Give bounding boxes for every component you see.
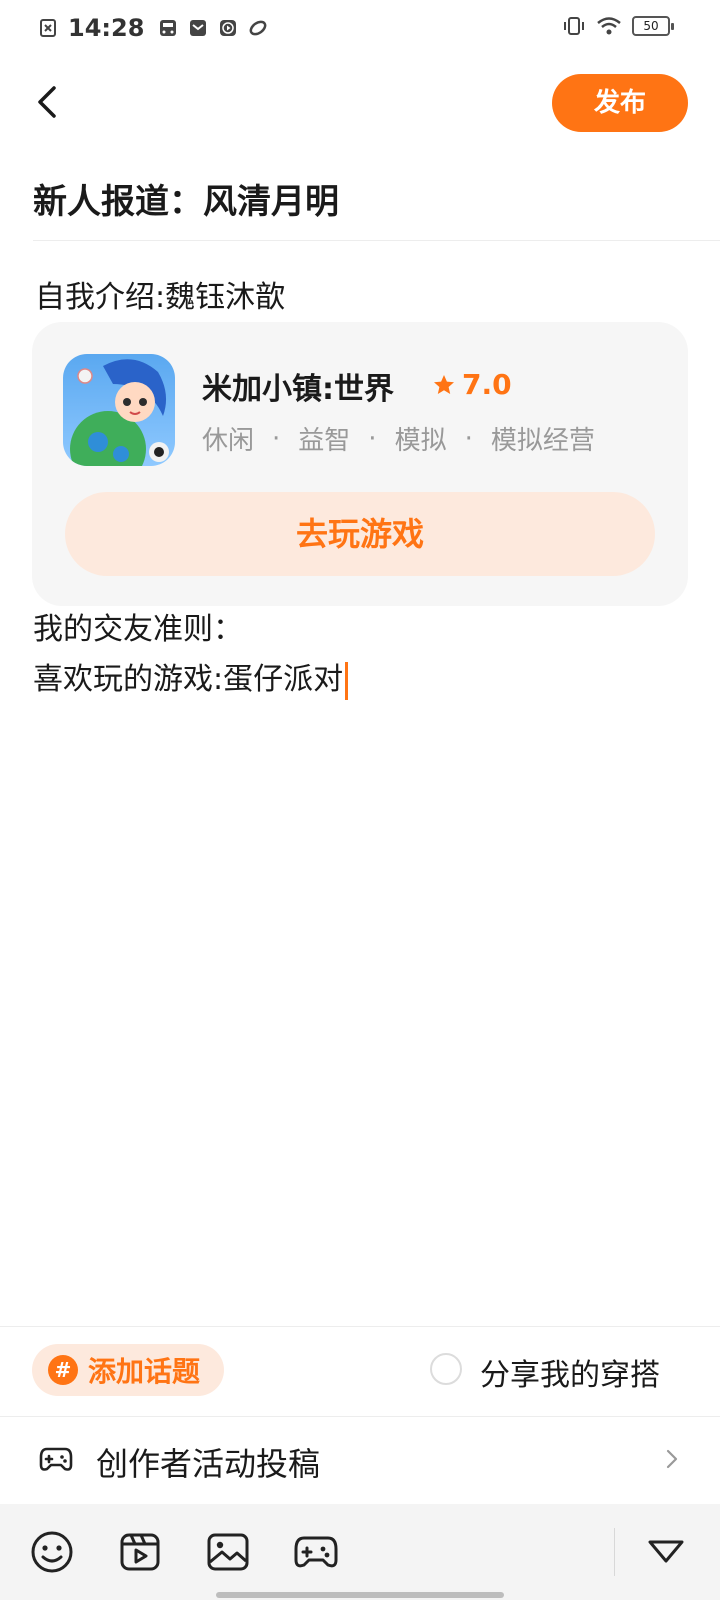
wifi-icon: [597, 17, 621, 35]
bus-icon: [160, 20, 177, 36]
text-cursor: [345, 661, 349, 700]
hashtag-icon: #: [48, 1355, 78, 1385]
tag-separator: ·: [368, 423, 377, 454]
post-body-line-editing[interactable]: 喜欢玩的游戏:蛋仔派对: [33, 654, 349, 700]
toolbar-divider: [614, 1528, 615, 1576]
back-button[interactable]: [26, 80, 70, 124]
game-rating: 7.0: [432, 368, 512, 401]
game-tag: 益智: [298, 426, 351, 456]
collapse-triangle-icon[interactable]: [642, 1528, 690, 1576]
play-icon: [220, 20, 237, 36]
video-icon[interactable]: [116, 1528, 164, 1576]
editor-toolbar: [0, 1504, 720, 1600]
tag-separator: ·: [272, 423, 281, 454]
vibrate-icon: [564, 17, 584, 35]
game-tag: 模拟经营: [490, 426, 595, 456]
status-bar: 14:28 50: [0, 0, 720, 56]
tag-separator: ·: [464, 423, 473, 454]
gamepad-icon[interactable]: [292, 1528, 340, 1576]
chevron-right-icon: [666, 1449, 678, 1469]
status-time: 14:28: [68, 14, 145, 42]
game-card[interactable]: 米加小镇:世界 7.0 休闲 · 益智 · 模拟 · 模拟经营 去玩游戏: [32, 322, 688, 606]
publish-button[interactable]: 发布: [552, 74, 688, 132]
swirl-icon: [250, 20, 267, 36]
game-name: 米加小镇:世界: [202, 372, 394, 407]
rating-value: 7.0: [462, 368, 512, 401]
post-body-line[interactable]: 我的交友准则：: [33, 604, 243, 648]
add-topic-label: 添加话题: [88, 1355, 201, 1388]
gamepad-icon: [39, 1447, 73, 1471]
share-outfit-label[interactable]: 分享我的穿搭: [480, 1350, 660, 1394]
game-tag: 模拟: [394, 426, 447, 456]
creator-activity-row[interactable]: 创作者活动投稿: [0, 1417, 720, 1503]
image-icon[interactable]: [204, 1528, 252, 1576]
post-body-text: 喜欢玩的游戏:蛋仔派对: [33, 662, 344, 697]
post-intro-line[interactable]: 自我介绍:魏钰沐歆: [35, 272, 285, 316]
game-tags: 休闲 · 益智 · 模拟 · 模拟经营: [202, 420, 595, 457]
game-tag: 休闲: [202, 426, 255, 456]
play-game-button[interactable]: 去玩游戏: [65, 492, 655, 576]
share-outfit-radio[interactable]: [430, 1353, 462, 1385]
close-notify-icon: [40, 19, 56, 37]
battery-icon: 50: [632, 16, 674, 36]
creator-activity-label: 创作者活动投稿: [96, 1445, 321, 1483]
home-indicator[interactable]: [216, 1592, 504, 1598]
star-icon: [434, 374, 454, 394]
title-divider: [33, 240, 720, 241]
mail-icon: [190, 20, 207, 36]
add-topic-button[interactable]: # 添加话题: [32, 1344, 224, 1396]
divider: [0, 1326, 720, 1327]
emoji-icon[interactable]: [28, 1528, 76, 1576]
post-title[interactable]: 新人报道：风清月明: [33, 174, 339, 223]
game-app-icon[interactable]: [63, 354, 175, 466]
